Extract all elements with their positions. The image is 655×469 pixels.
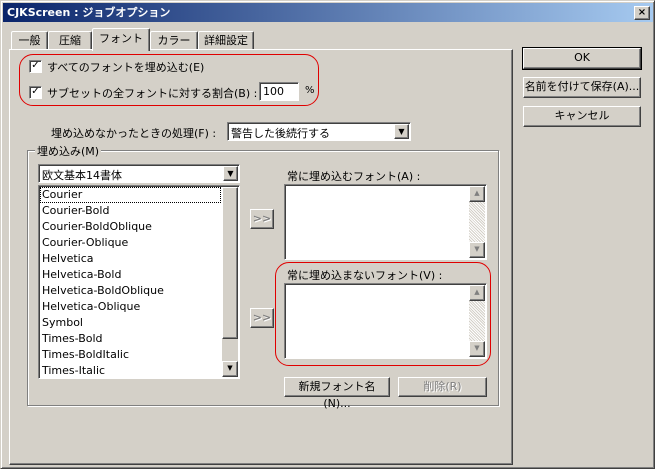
- list-item[interactable]: Times-Bold: [40, 331, 221, 347]
- chevron-down-icon[interactable]: ▼: [394, 124, 409, 139]
- check-icon: ✓: [31, 86, 40, 97]
- list-item[interactable]: Courier-BoldOblique: [40, 219, 221, 235]
- fail-action-label: 埋め込めなかったときの処理(F) :: [51, 127, 217, 140]
- title-bar: CJKScreen : ジョブオプション ×: [3, 3, 653, 22]
- scroll-down-icon[interactable]: ▼: [469, 341, 485, 357]
- scroll-down-icon[interactable]: ▼: [469, 242, 485, 258]
- list-item[interactable]: Courier: [40, 187, 221, 203]
- move-right-icon: >>: [252, 311, 272, 324]
- tab-label: 一般: [18, 34, 41, 47]
- ok-button[interactable]: OK: [522, 47, 642, 70]
- list-item[interactable]: Times-Italic: [40, 363, 221, 378]
- percent-unit: %: [305, 85, 315, 96]
- never-embed-label: 常に埋め込まないフォント(V) :: [287, 269, 443, 282]
- delete-button[interactable]: 削除(R): [398, 377, 487, 397]
- dialog-window: CJKScreen : ジョブオプション × 一般 圧縮 フォント カラー 詳細…: [0, 0, 655, 469]
- scroll-thumb[interactable]: [222, 187, 238, 339]
- tab-label: フォント: [99, 32, 143, 45]
- always-embed-list[interactable]: ▲ ▼: [284, 184, 487, 260]
- fail-action-select[interactable]: 警告した後続行する ▼: [227, 122, 411, 141]
- tab-general[interactable]: 一般: [11, 31, 48, 50]
- scroll-up-icon[interactable]: ▲: [469, 186, 485, 202]
- font-list-items: Courier Courier-Bold Courier-BoldOblique…: [40, 187, 221, 378]
- close-icon: ×: [637, 7, 647, 18]
- tab-label: 圧縮: [59, 34, 81, 47]
- list-item[interactable]: Symbol: [40, 315, 221, 331]
- list-item[interactable]: Helvetica-BoldOblique: [40, 283, 221, 299]
- embed-group-title: 埋め込み(M): [35, 143, 102, 159]
- always-embed-scrollbar[interactable]: ▲ ▼: [469, 186, 485, 258]
- add-never-embed-button[interactable]: >>: [250, 308, 274, 328]
- list-item[interactable]: Helvetica-Bold: [40, 267, 221, 283]
- list-item[interactable]: Helvetica-Oblique: [40, 299, 221, 315]
- scroll-down-icon[interactable]: ▼: [222, 361, 238, 377]
- add-always-embed-button[interactable]: >>: [250, 209, 274, 229]
- window-title: CJKScreen : ジョブオプション: [7, 6, 171, 19]
- never-embed-list[interactable]: ▲ ▼: [284, 283, 487, 359]
- check-icon: ✓: [31, 60, 40, 71]
- tab-color[interactable]: カラー: [150, 31, 198, 50]
- save-as-button[interactable]: 名前を付けて保存(A)...: [523, 77, 641, 98]
- font-source-value: 欧文基本14書体: [42, 169, 122, 182]
- embed-all-checkbox[interactable]: ✓: [29, 60, 42, 73]
- ok-label: OK: [574, 51, 590, 64]
- cancel-button[interactable]: キャンセル: [523, 106, 641, 127]
- cancel-label: キャンセル: [554, 109, 610, 122]
- tab-label: 詳細設定: [204, 34, 248, 47]
- close-button[interactable]: ×: [634, 6, 650, 20]
- list-item[interactable]: Times-BoldItalic: [40, 347, 221, 363]
- move-right-icon: >>: [252, 212, 272, 225]
- list-item[interactable]: Helvetica: [40, 251, 221, 267]
- subset-percent-value: 100: [263, 85, 284, 98]
- fail-action-value: 警告した後続行する: [231, 127, 330, 140]
- never-embed-scrollbar[interactable]: ▲ ▼: [469, 285, 485, 357]
- chevron-down-icon[interactable]: ▼: [223, 166, 238, 181]
- tab-label: カラー: [157, 34, 191, 47]
- list-item[interactable]: Courier-Oblique: [40, 235, 221, 251]
- font-list[interactable]: Courier Courier-Bold Courier-BoldOblique…: [38, 185, 240, 379]
- delete-label: 削除(R): [423, 380, 462, 393]
- subset-percent-input[interactable]: 100: [259, 82, 299, 101]
- tab-advanced[interactable]: 詳細設定: [198, 31, 254, 50]
- font-list-scrollbar[interactable]: ▼: [222, 187, 238, 377]
- subset-label: サブセットの全フォントに対する割合(B) :: [47, 87, 258, 100]
- subset-checkbox[interactable]: ✓: [29, 86, 42, 99]
- tab-fonts[interactable]: フォント: [92, 28, 150, 51]
- embed-all-label: すべてのフォントを埋め込む(E): [47, 61, 205, 74]
- font-source-select[interactable]: 欧文基本14書体 ▼: [38, 164, 240, 183]
- new-font-name-button[interactable]: 新規フォント名(N)...: [284, 377, 390, 410]
- list-item[interactable]: Courier-Bold: [40, 203, 221, 219]
- save-as-label: 名前を付けて保存(A)...: [524, 80, 640, 93]
- always-embed-label: 常に埋め込むフォント(A) :: [287, 170, 421, 183]
- scroll-up-icon[interactable]: ▲: [469, 285, 485, 301]
- tab-compression[interactable]: 圧縮: [48, 31, 92, 50]
